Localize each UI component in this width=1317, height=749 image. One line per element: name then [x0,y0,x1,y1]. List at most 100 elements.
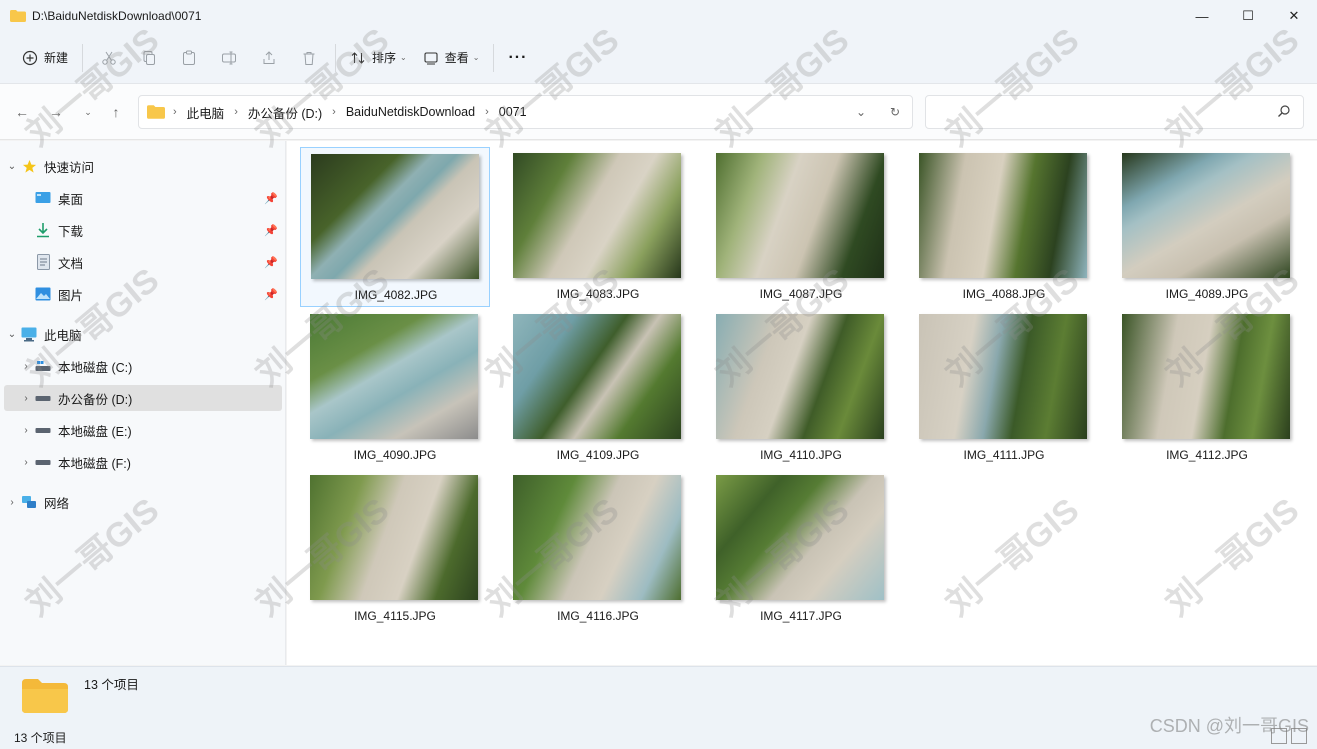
rename-button[interactable] [209,41,249,75]
view-button[interactable]: 查看 ⌄ [415,41,488,75]
new-label: 新建 [44,51,69,65]
chevron-down-icon: ⌄ [400,53,407,62]
copy-icon [143,50,156,65]
nav-network[interactable]: › 网络 [4,489,282,515]
image-thumbnail [1122,153,1290,278]
nav-drive-c[interactable]: › 本地磁盘 (C:) [4,353,282,379]
nav-quick-access[interactable]: ⌄ 快速访问 [4,153,282,179]
file-tile[interactable]: IMG_4112.JPG [1112,308,1302,468]
image-thumbnail [1122,314,1290,439]
file-tile[interactable]: IMG_4109.JPG [503,308,693,468]
separator [335,43,337,72]
status-bar: 13 个项目 [0,724,1317,749]
plus-circle-icon [22,50,38,65]
file-name: IMG_4115.JPG [354,609,436,623]
drive-icon [34,390,52,406]
address-dropdown-icon[interactable]: ⌄ [844,105,878,119]
pin-icon[interactable]: 📌 [264,256,278,269]
file-name: IMG_4116.JPG [557,609,639,623]
file-tile[interactable]: IMG_4116.JPG [503,469,693,629]
csdn-watermark: CSDN @刘一哥GIS [1149,716,1309,736]
nav-label: 本地磁盘 (C:) [58,360,133,375]
scissors-icon [102,51,116,65]
cut-button[interactable] [89,41,129,75]
arrow-left-icon: ← [15,104,29,120]
pin-icon[interactable]: 📌 [264,192,278,205]
image-thumbnail [919,153,1087,278]
file-tile[interactable]: IMG_4083.JPG [503,147,693,307]
file-tile[interactable]: IMG_4089.JPG [1112,147,1302,307]
sort-icon [351,51,365,64]
up-button[interactable]: ↑ [104,102,128,122]
chevron-down-icon: ⌄ [84,106,92,117]
forward-button[interactable]: → [44,102,68,122]
nav-documents[interactable]: 文档 📌 [4,249,282,275]
window-title: D:\BaiduNetdiskDownload\0071 [32,9,202,23]
image-thumbnail [311,154,479,279]
back-button[interactable]: ← [10,102,34,122]
nav-downloads[interactable]: 下载 📌 [4,217,282,243]
breadcrumb-0071[interactable]: 0071 [499,105,527,119]
copy-button[interactable] [129,41,169,75]
nav-label: 本地磁盘 (E:) [58,424,132,439]
close-button[interactable]: ✕ [1271,0,1317,32]
nav-pictures[interactable]: 图片 📌 [4,281,282,307]
document-icon [34,254,52,270]
image-thumbnail [716,314,884,439]
star-icon [20,158,38,174]
chevron-right-icon[interactable]: › [18,393,34,404]
sort-button[interactable]: 排序 ⌄ [342,41,415,75]
pin-icon[interactable]: 📌 [264,288,278,301]
breadcrumb-drive-d[interactable]: 办公备份 (D:) [248,103,322,122]
more-button[interactable]: ··· [500,41,535,75]
refresh-icon[interactable]: ↻ [878,105,912,119]
file-tile[interactable]: IMG_4087.JPG [706,147,896,307]
chevron-right-icon[interactable]: › [18,457,34,468]
chevron-right-icon[interactable]: › [18,361,34,372]
pin-icon[interactable]: 📌 [264,224,278,237]
breadcrumb-this-pc[interactable]: 此电脑 [187,103,225,122]
breadcrumb-baidu[interactable]: BaiduNetdiskDownload [346,105,475,119]
image-thumbnail [310,475,478,600]
recent-button[interactable]: ⌄ [76,102,100,122]
file-tile[interactable]: IMG_4082.JPG [300,147,490,307]
file-tile[interactable]: IMG_4110.JPG [706,308,896,468]
file-name: IMG_4117.JPG [760,609,842,623]
file-tile[interactable]: IMG_4117.JPG [706,469,896,629]
picture-icon [34,286,52,302]
search-box[interactable] [925,95,1304,129]
chevron-down-icon[interactable]: ⌄ [4,161,20,172]
file-name: IMG_4111.JPG [963,448,1045,462]
paste-button[interactable] [169,41,209,75]
computer-icon [20,326,38,342]
chevron-down-icon[interactable]: ⌄ [4,329,20,340]
nav-drive-f[interactable]: › 本地磁盘 (F:) [4,449,282,475]
chevron-right-icon[interactable]: › [4,497,20,508]
drive-icon [34,422,52,438]
chevron-down-icon: ⌄ [472,53,480,62]
address-bar[interactable]: › 此电脑 › 办公备份 (D:) › BaiduNetdiskDownload… [138,95,913,129]
minimize-button[interactable]: — [1179,0,1225,32]
nav-this-pc[interactable]: ⌄ 此电脑 [4,321,282,347]
maximize-button[interactable]: ☐ [1225,0,1271,32]
file-tile[interactable]: IMG_4088.JPG [909,147,1099,307]
image-thumbnail [716,475,884,600]
file-tile[interactable]: IMG_4115.JPG [300,469,490,629]
status-item-count: 13 个项目 [14,731,67,745]
file-name: IMG_4082.JPG [354,288,438,302]
nav-drive-e[interactable]: › 本地磁盘 (E:) [4,417,282,443]
file-name: IMG_4112.JPG [1166,448,1248,462]
chevron-right-icon[interactable]: › [18,425,34,436]
file-tile[interactable]: IMG_4111.JPG [909,308,1099,468]
rename-icon [222,51,237,64]
sort-label: 排序 [372,51,397,65]
navigation-pane: ⌄ 快速访问 桌面 📌 下载 📌 文档 📌 图片 📌 ⌄ 此电脑 › 本地磁盘 … [0,141,286,665]
nav-drive-d[interactable]: › 办公备份 (D:) [4,385,282,411]
delete-button[interactable] [289,41,329,75]
nav-label: 图片 [58,288,84,303]
file-name: IMG_4087.JPG [759,287,843,301]
share-button[interactable] [249,41,289,75]
nav-desktop[interactable]: 桌面 📌 [4,185,282,211]
file-tile[interactable]: IMG_4090.JPG [300,308,490,468]
new-button[interactable]: 新建 [14,41,76,75]
